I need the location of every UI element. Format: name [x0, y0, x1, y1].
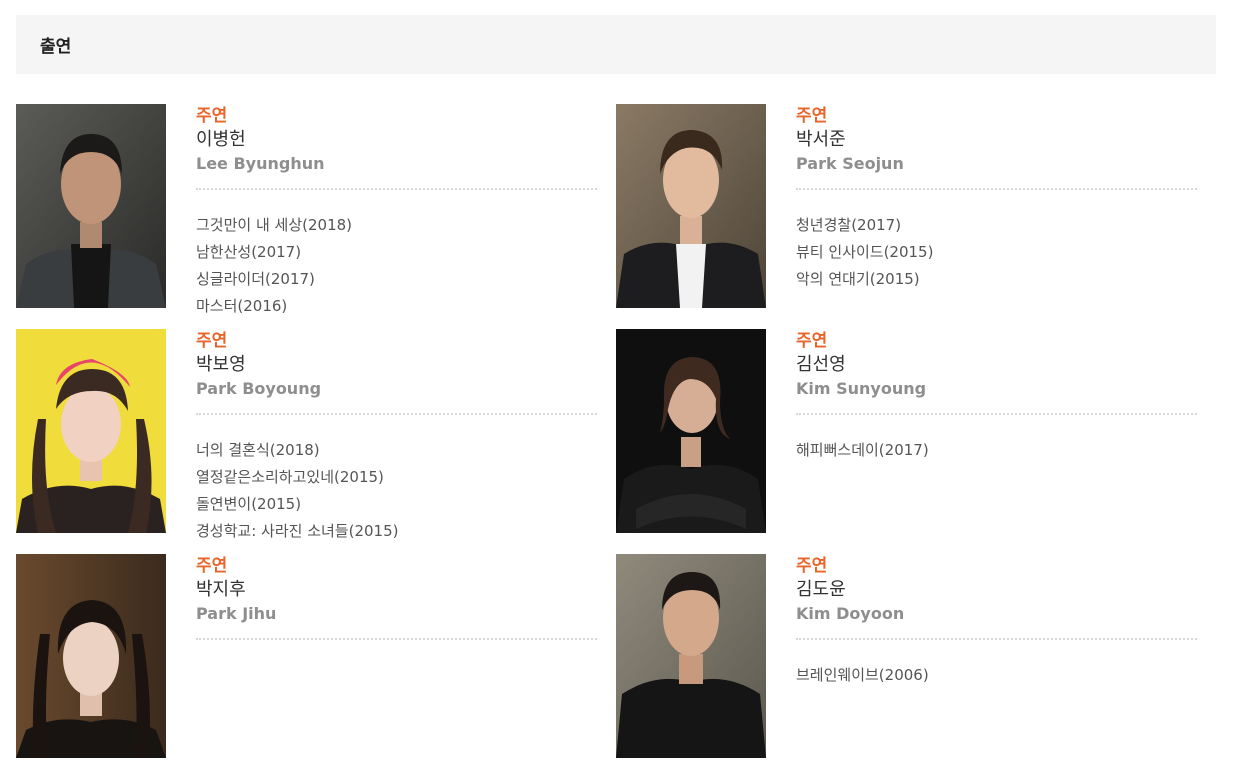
dotted-divider [196, 638, 597, 640]
role-label: 주연 [196, 106, 228, 126]
actor-photo[interactable] [616, 554, 766, 758]
filmography-item[interactable]: 브레인웨이브(2006) [796, 662, 1197, 689]
filmography-item[interactable]: 남한산성(2017) [196, 239, 597, 266]
actor-photo[interactable] [16, 104, 166, 308]
filmography-item[interactable]: 싱글라이더(2017) [196, 266, 597, 293]
actor-name-english: Park Boyoung [196, 379, 322, 398]
section-title: 출연 [40, 37, 72, 57]
role-label: 주연 [196, 556, 228, 576]
actor-name-english: Kim Sunyoung [796, 379, 927, 398]
actor-photo[interactable] [616, 329, 766, 533]
cast-card: 주연 박서준 Park Seojun 청년경찰(2017) 뷰티 인사이드(20… [616, 104, 1201, 314]
dotted-divider [796, 413, 1197, 415]
filmography-item[interactable]: 마스터(2016) [196, 293, 597, 320]
filmography-item[interactable]: 그것만이 내 세상(2018) [196, 212, 597, 239]
filmography-item[interactable]: 돌연변이(2015) [196, 491, 597, 518]
actor-photo[interactable] [16, 329, 166, 533]
dotted-divider [796, 188, 1197, 190]
cast-card: 주연 박지후 Park Jihu [16, 554, 601, 764]
cast-card: 주연 김도윤 Kim Doyoon 브레인웨이브(2006) [616, 554, 1201, 764]
cast-card: 주연 김선영 Kim Sunyoung 해피뻐스데이(2017) [616, 329, 1201, 539]
cast-card: 주연 이병헌 Lee Byunghun 그것만이 내 세상(2018) 남한산성… [16, 104, 601, 315]
actor-name-korean[interactable]: 박서준 [796, 128, 1197, 152]
cast-section-header: 출연 [16, 15, 1216, 74]
actor-name-korean[interactable]: 박보영 [196, 353, 597, 377]
role-label: 주연 [796, 106, 828, 126]
actor-photo[interactable] [616, 104, 766, 308]
filmography-item[interactable]: 악의 연대기(2015) [796, 266, 1197, 293]
filmography-item[interactable]: 뷰티 인사이드(2015) [796, 239, 1197, 266]
actor-name-korean[interactable]: 이병헌 [196, 128, 597, 152]
filmography-item[interactable]: 해피뻐스데이(2017) [796, 437, 1197, 464]
dotted-divider [196, 188, 597, 190]
filmography-item[interactable]: 너의 결혼식(2018) [196, 437, 597, 464]
actor-name-english: Park Jihu [196, 604, 277, 623]
filmography-list: 브레인웨이브(2006) [796, 662, 1197, 689]
role-label: 주연 [196, 331, 228, 351]
actor-name-english: Kim Doyoon [796, 604, 905, 623]
filmography-list: 청년경찰(2017) 뷰티 인사이드(2015) 악의 연대기(2015) [796, 212, 1197, 293]
filmography-list: 그것만이 내 세상(2018) 남한산성(2017) 싱글라이더(2017) 마… [196, 212, 597, 320]
dotted-divider [196, 413, 597, 415]
role-label: 주연 [796, 556, 828, 576]
actor-name-korean[interactable]: 김선영 [796, 353, 1197, 377]
dotted-divider [796, 638, 1197, 640]
filmography-list: 너의 결혼식(2018) 열정같은소리하고있네(2015) 돌연변이(2015)… [196, 437, 597, 545]
actor-photo[interactable] [16, 554, 166, 758]
filmography-list: 해피뻐스데이(2017) [796, 437, 1197, 464]
actor-name-korean[interactable]: 김도윤 [796, 578, 1197, 602]
actor-name-english: Lee Byunghun [196, 154, 325, 173]
filmography-item[interactable]: 경성학교: 사라진 소녀들(2015) [196, 518, 597, 545]
filmography-item[interactable]: 열정같은소리하고있네(2015) [196, 464, 597, 491]
actor-name-korean[interactable]: 박지후 [196, 578, 597, 602]
filmography-item[interactable]: 청년경찰(2017) [796, 212, 1197, 239]
cast-card: 주연 박보영 Park Boyoung 너의 결혼식(2018) 열정같은소리하… [16, 329, 601, 540]
role-label: 주연 [796, 331, 828, 351]
actor-name-english: Park Seojun [796, 154, 904, 173]
